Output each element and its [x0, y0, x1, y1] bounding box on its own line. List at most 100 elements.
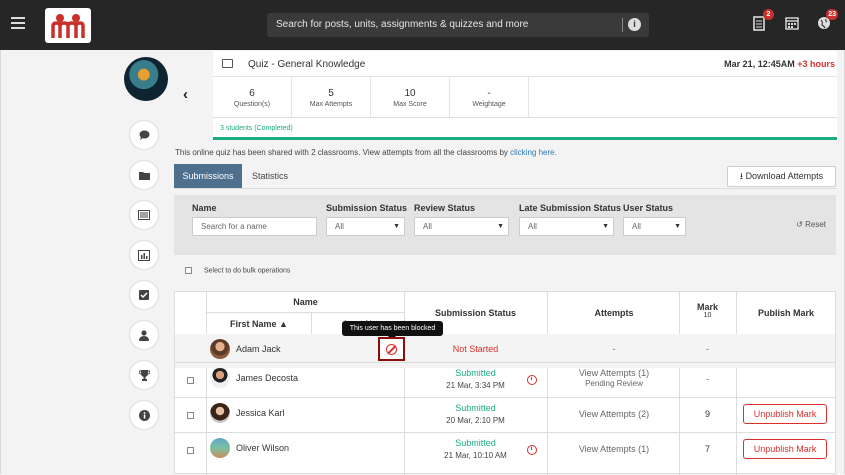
- reset-button[interactable]: ↺ Reset: [796, 220, 826, 229]
- bar-chart-icon[interactable]: [129, 240, 159, 270]
- late-clock-icon: [527, 375, 537, 385]
- download-attempts-button[interactable]: ⭳ Download Attempts: [727, 166, 836, 187]
- submissions-table: Name First Name ▲ Last N Submission Stat…: [174, 291, 836, 475]
- submitted-time: 21 Mar, 10:10 AM: [444, 451, 507, 460]
- menu-icon[interactable]: [11, 17, 25, 31]
- blocked-highlight[interactable]: [378, 337, 405, 361]
- late-submission-select[interactable]: All ▼: [519, 217, 614, 236]
- mark-value: 7: [704, 444, 710, 454]
- table-row: James Decosta Submitted 21 Mar, 3:34 PM …: [175, 363, 835, 397]
- name-search-input[interactable]: Search for a name: [192, 217, 317, 236]
- blocked-tooltip: This user has been blocked: [342, 321, 443, 340]
- trophy-icon[interactable]: [129, 360, 159, 390]
- student-name[interactable]: Adam Jack: [236, 344, 281, 354]
- due-date-text: Mar 21, 12:45AM: [724, 59, 795, 69]
- logo-icon: [51, 13, 85, 38]
- avatar: [210, 403, 230, 423]
- header-mark-max: 10: [703, 312, 712, 319]
- calendar-icon[interactable]: [785, 16, 799, 32]
- tab-statistics[interactable]: Statistics: [245, 164, 295, 188]
- avatar: [210, 339, 230, 359]
- stat-max-attempts: 5 Max Attempts: [292, 77, 371, 117]
- stat-value: 10: [404, 88, 416, 99]
- info-icon[interactable]: i: [628, 18, 641, 31]
- avatar: [210, 438, 230, 458]
- app-logo[interactable]: [45, 8, 91, 43]
- blocked-icon[interactable]: [386, 344, 397, 355]
- header-attempts: Attempts: [594, 308, 634, 318]
- header-first-name[interactable]: First Name ▲: [207, 319, 311, 329]
- stat-label: Weightage: [472, 101, 506, 108]
- checkbox-icon[interactable]: [129, 280, 159, 310]
- stat-questions: 6 Question(s): [213, 77, 292, 117]
- tab-submissions[interactable]: Submissions: [174, 164, 242, 188]
- header-name: Name: [293, 297, 318, 307]
- chat-icon[interactable]: [129, 120, 159, 150]
- chevron-down-icon: ▼: [393, 223, 400, 230]
- classroom-avatar[interactable]: [124, 57, 168, 101]
- unpublish-mark-button[interactable]: Unpublish Mark: [743, 439, 827, 459]
- student-name[interactable]: Oliver Wilson: [236, 443, 289, 453]
- student-name[interactable]: James Decosta: [236, 373, 298, 383]
- search-divider: [622, 18, 623, 32]
- user-icon[interactable]: [129, 320, 159, 350]
- filter-user-label: User Status: [623, 203, 674, 213]
- chevron-down-icon: ▼: [602, 223, 609, 230]
- stat-value: 6: [249, 88, 255, 99]
- bulk-operations: Select to do bulk operations: [185, 267, 290, 274]
- back-arrow-icon[interactable]: ‹: [183, 86, 188, 103]
- header-publish: Publish Mark: [757, 308, 814, 318]
- globe-icon[interactable]: 23: [817, 9, 838, 32]
- top-navbar: Search for posts, units, assignments & q…: [0, 0, 845, 50]
- unpublish-mark-button[interactable]: Unpublish Mark: [743, 404, 827, 424]
- student-name[interactable]: Jessica Karl: [236, 408, 285, 418]
- row-checkbox[interactable]: [187, 412, 194, 419]
- search-input[interactable]: Search for posts, units, assignments & q…: [267, 13, 649, 37]
- share-link[interactable]: clicking here.: [510, 148, 557, 157]
- quiz-doc-icon: [222, 59, 233, 68]
- filter-late-label: Late Submission Status: [519, 203, 622, 213]
- search-placeholder: Search for posts, units, assignments & q…: [276, 19, 529, 30]
- name-search-placeholder: Search for a name: [201, 222, 267, 231]
- mark-value: -: [706, 344, 709, 354]
- info-circle-icon[interactable]: [129, 400, 159, 430]
- quiz-summary-card: Quiz - General Knowledge Mar 21, 12:45AM…: [213, 51, 837, 140]
- user-status-select[interactable]: All ▼: [623, 217, 686, 236]
- stat-label: Max Score: [393, 101, 427, 108]
- list-icon[interactable]: [129, 200, 159, 230]
- table-row: Oliver Wilson Submitted 21 Mar, 10:10 AM…: [175, 433, 835, 467]
- header-submission-status: Submission Status: [434, 308, 516, 318]
- folder-icon[interactable]: [129, 160, 159, 190]
- tabs-underline: [174, 188, 836, 189]
- submission-status: Submitted 21 Mar, 3:34 PM: [405, 368, 546, 390]
- notifications-icon[interactable]: 2: [753, 9, 774, 32]
- row-checkbox[interactable]: [187, 447, 194, 454]
- share-note-text: This online quiz has been shared with 2 …: [175, 148, 508, 157]
- row-checkbox[interactable]: [187, 377, 194, 384]
- header-mark-label: Mark: [696, 302, 718, 312]
- attempts-cell: View Attempts (1) Pending Review: [550, 368, 678, 388]
- view-attempts-link[interactable]: View Attempts (1): [550, 368, 678, 378]
- stat-value: -: [487, 88, 491, 99]
- submission-status-select[interactable]: All ▼: [326, 217, 405, 236]
- view-attempts-link[interactable]: View Attempts (2): [550, 409, 678, 419]
- review-status: Pending Review: [585, 379, 643, 388]
- bulk-checkbox[interactable]: [185, 267, 192, 274]
- filters-panel: Name Search for a name Submission Status…: [174, 195, 836, 255]
- quiz-title: Quiz - General Knowledge: [248, 59, 366, 70]
- reset-icon: ↺: [796, 220, 803, 229]
- completed-count[interactable]: 3 students (Completed): [220, 125, 293, 132]
- filter-submission-label: Submission Status: [326, 203, 408, 213]
- submission-status: Submitted 21 Mar, 10:10 AM: [405, 438, 546, 460]
- quiz-header: Quiz - General Knowledge Mar 21, 12:45AM…: [213, 51, 837, 77]
- review-status-select[interactable]: All ▼: [414, 217, 509, 236]
- late-clock-icon: [527, 445, 537, 455]
- attempts-value: -: [612, 344, 616, 354]
- select-value: All: [632, 222, 641, 231]
- view-attempts-link[interactable]: View Attempts (1): [550, 444, 678, 454]
- submitted-time: 20 Mar, 2:10 PM: [446, 416, 505, 425]
- notification-badge: 2: [763, 9, 774, 20]
- header-mark: Mark 10: [680, 302, 735, 319]
- late-indicator: +3 hours: [797, 59, 835, 69]
- download-icon: ⭳: [739, 171, 744, 181]
